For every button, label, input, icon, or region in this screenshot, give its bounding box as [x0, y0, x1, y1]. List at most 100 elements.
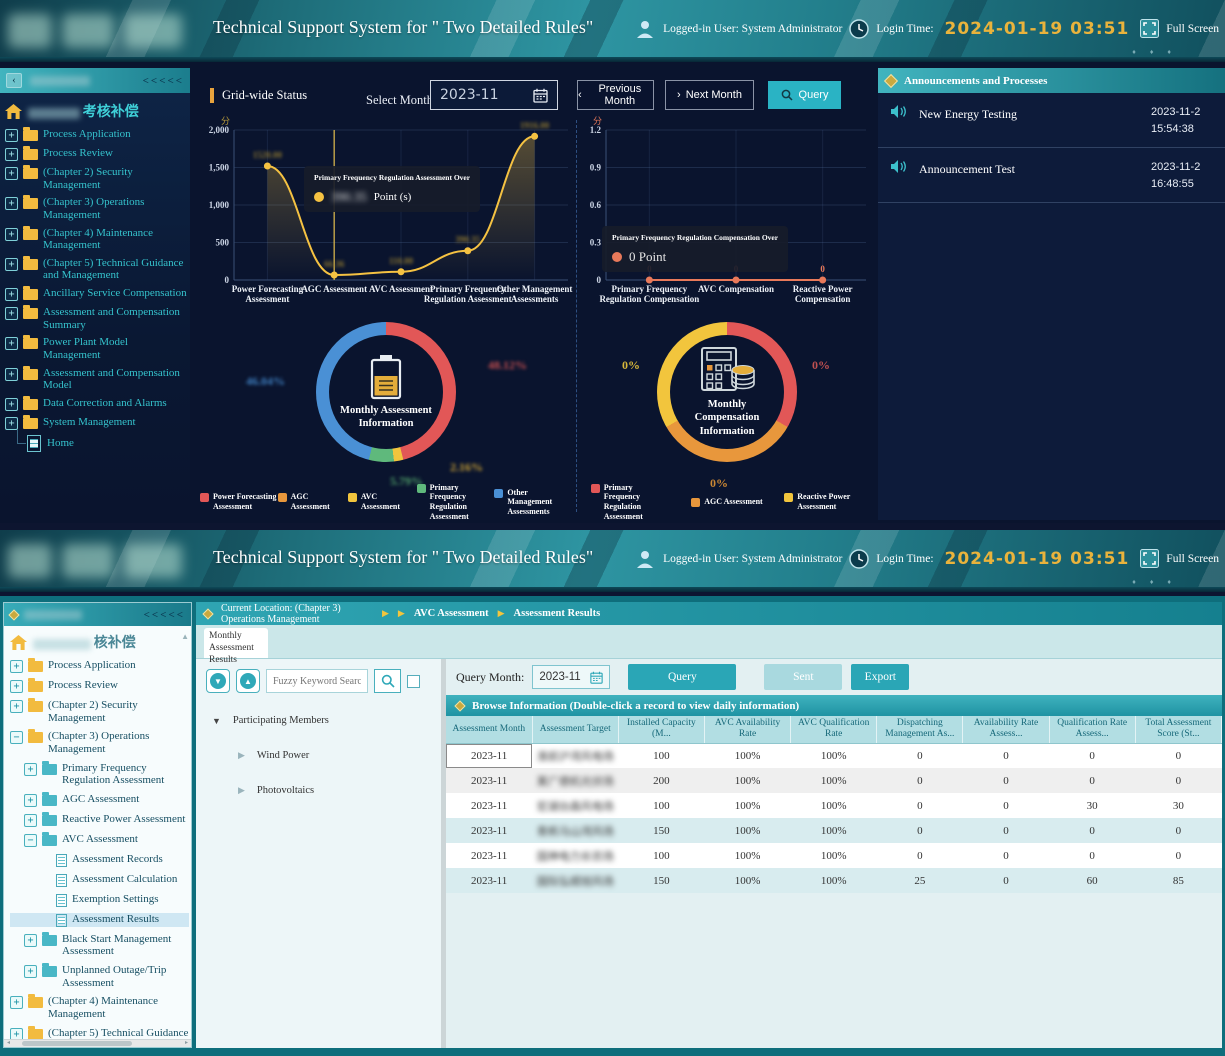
horizontal-scrollbar[interactable]: ◂ ▸	[4, 1039, 191, 1047]
sidebar-item[interactable]: +Process Application	[5, 128, 187, 142]
table-row[interactable]: 2023-11国际弘顺旭风场150100%100%2506085	[446, 868, 1222, 893]
expand-icon[interactable]: +	[5, 148, 18, 161]
sidebar-item[interactable]: +Unplanned Outage/Trip Assessment	[10, 964, 189, 989]
sidebar-item[interactable]: +(Chapter 4) Maintenance Management	[10, 995, 189, 1020]
sidebar-item[interactable]: +Power Plant Model Management	[5, 336, 187, 361]
announcement-item[interactable]: New Energy Testing 2023-11-2 15:54:38	[878, 93, 1225, 148]
column-header[interactable]: Assessment Month	[446, 716, 532, 743]
expand-icon[interactable]: +	[5, 228, 18, 241]
expand-all-button[interactable]: ▲	[236, 669, 260, 693]
table-row[interactable]: 2023-11宏湖台森风电场100100%100%003030	[446, 793, 1222, 818]
caret-down-icon[interactable]: ▼	[212, 716, 221, 726]
sidebar-item[interactable]: +Process Review	[10, 679, 189, 693]
sidebar-item[interactable]: +(Chapter 3) Operations Management	[5, 196, 187, 221]
caret-right-icon[interactable]: ▶	[238, 750, 245, 761]
sidebar-item[interactable]: +Black Start Management Assessment	[10, 933, 189, 958]
sidebar-item[interactable]: Assessment Results	[10, 913, 189, 927]
next-month-button[interactable]: › Next Month	[665, 80, 754, 110]
column-header[interactable]: Total Assessment Score (St...	[1135, 716, 1221, 743]
column-header[interactable]: AVC Availability Rate	[704, 716, 790, 743]
expand-icon[interactable]: +	[10, 680, 23, 693]
sidebar-item[interactable]: Exemption Settings	[10, 893, 189, 907]
query-button[interactable]: Query	[768, 81, 841, 109]
fullscreen-label[interactable]: Full Screen	[1166, 553, 1219, 565]
scroll-up-arrow[interactable]: ▲	[181, 632, 189, 641]
sidebar-item-home[interactable]: Home	[27, 435, 187, 452]
sidebar-item[interactable]: +(Chapter 2) Security Management	[10, 699, 189, 724]
table-row[interactable]: 2023-11国神电力长农场100100%100%0000	[446, 843, 1222, 868]
sidebar-item[interactable]: +Assessment and Compensation Summary	[5, 306, 187, 331]
table-row[interactable]: 2023-11某广德机光伏场200100%100%0000	[446, 768, 1222, 793]
sidebar-item[interactable]: +(Chapter 4) Maintenance Management	[5, 227, 187, 252]
expand-icon[interactable]: +	[24, 814, 37, 827]
expand-icon[interactable]: −	[24, 834, 37, 847]
expand-icon[interactable]: −	[10, 731, 23, 744]
announcement-item[interactable]: Announcement Test 2023-11-2 16:48:55	[878, 148, 1225, 203]
members-root[interactable]: ▼ Participating Members	[212, 715, 441, 726]
members-item-wind-power[interactable]: ▶ Wind Power	[238, 750, 441, 761]
sidebar-item[interactable]: +Assessment and Compensation Model	[5, 367, 187, 392]
previous-month-button[interactable]: ‹ Previous Month	[577, 80, 654, 110]
sidebar-item[interactable]: Assessment Records	[10, 853, 189, 867]
collapse-all-button[interactable]: ▼	[206, 669, 230, 693]
column-header[interactable]: Qualification Rate Assess...	[1049, 716, 1135, 743]
scroll-left-arrow[interactable]: ◂	[4, 1040, 13, 1047]
export-button[interactable]: Export	[851, 664, 909, 690]
fuzzy-search-input[interactable]	[266, 669, 368, 693]
sidebar-item[interactable]: +AGC Assessment	[10, 793, 189, 807]
caret-right-icon[interactable]: ▶	[238, 785, 245, 796]
column-header[interactable]: Installed Capacity (M...	[618, 716, 704, 743]
breadcrumb-item-avc[interactable]: AVC Assessment	[414, 608, 489, 619]
sidebar-item[interactable]: +Primary Frequency Regulation Assessment	[10, 762, 189, 787]
table-row[interactable]: 2023-11淮前沪湾风电场100100%100%0000	[446, 743, 1222, 768]
expand-icon[interactable]: +	[5, 398, 18, 411]
expand-icon[interactable]: +	[5, 167, 18, 180]
query-month-picker[interactable]: 2023-11	[532, 665, 610, 689]
month-picker[interactable]: 2023-11	[430, 80, 558, 110]
breadcrumb-item-results[interactable]: Assessment Results	[514, 608, 601, 619]
sidebar-item[interactable]: +Reactive Power Assessment	[10, 813, 189, 827]
sidebar-item[interactable]: +Data Correction and Alarms	[5, 397, 187, 411]
expand-icon[interactable]: +	[24, 965, 37, 978]
sidebar-item[interactable]: +Ancillary Service Compensation	[5, 287, 187, 301]
sent-button[interactable]: Sent	[764, 664, 842, 690]
expand-icon[interactable]: +	[5, 197, 18, 210]
fullscreen-label[interactable]: Full Screen	[1166, 23, 1219, 35]
sidebar-item[interactable]: −(Chapter 3) Operations Management	[10, 730, 189, 755]
column-header[interactable]: AVC Qualification Rate	[791, 716, 877, 743]
expand-icon[interactable]: +	[10, 1028, 23, 1039]
sidebar-item[interactable]: Assessment Calculation	[10, 873, 189, 887]
member-search-button[interactable]	[374, 669, 401, 693]
expand-icon[interactable]: +	[5, 288, 18, 301]
sidebar-item[interactable]: +(Chapter 5) Technical Guidance and Mana…	[10, 1027, 189, 1039]
column-header[interactable]: Dispatching Management As...	[877, 716, 963, 743]
expand-icon[interactable]: +	[10, 700, 23, 713]
expand-icon[interactable]: +	[5, 307, 18, 320]
expand-icon[interactable]: +	[24, 934, 37, 947]
query-button[interactable]: Query	[628, 664, 736, 690]
column-header[interactable]: Availability Rate Assess...	[963, 716, 1049, 743]
scrollbar-thumb[interactable]	[22, 1041, 132, 1046]
sidebar-item[interactable]: +Process Review	[5, 147, 187, 161]
expand-icon[interactable]: +	[10, 660, 23, 673]
expand-icon[interactable]: +	[5, 258, 18, 271]
scroll-right-arrow[interactable]: ▸	[182, 1040, 191, 1047]
expand-icon[interactable]: +	[5, 368, 18, 381]
sidebar-item[interactable]: −AVC Assessment	[10, 833, 189, 847]
fullscreen-icon[interactable]	[1140, 549, 1159, 568]
calendar-icon[interactable]	[590, 671, 603, 684]
fullscreen-icon[interactable]	[1140, 19, 1159, 38]
expand-icon[interactable]: +	[5, 129, 18, 142]
expand-icon[interactable]: +	[5, 337, 18, 350]
members-item-photovoltaics[interactable]: ▶ Photovoltaics	[238, 785, 441, 796]
tree-root[interactable]: 核补偿	[10, 632, 189, 652]
sidebar-item[interactable]: +Process Application	[10, 659, 189, 673]
tab-monthly-assessment-results[interactable]: Monthly Assessment Results	[204, 628, 268, 658]
expand-icon[interactable]: +	[24, 763, 37, 776]
table-row[interactable]: 2023-11青帆马山湾风场150100%100%0000	[446, 818, 1222, 843]
calendar-icon[interactable]	[533, 88, 548, 103]
sidebar-item[interactable]: +(Chapter 2) Security Management	[5, 166, 187, 191]
tree-root[interactable]: 考核补偿	[5, 101, 187, 121]
filter-checkbox[interactable]	[407, 675, 420, 688]
collapse-sidebar-button[interactable]: ‹	[6, 73, 22, 88]
